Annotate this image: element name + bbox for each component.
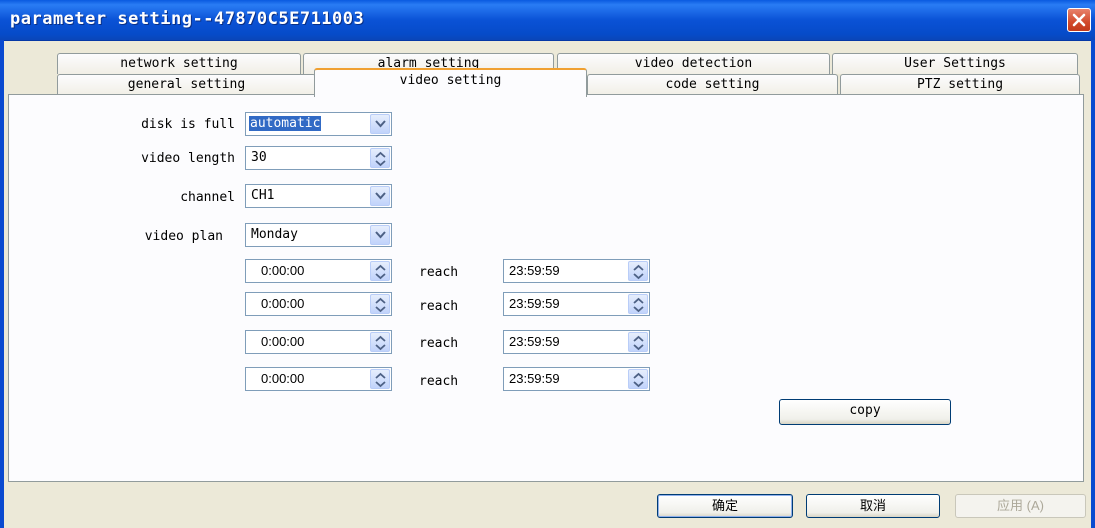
- video-length-value: 30: [251, 150, 267, 165]
- spin-button[interactable]: [370, 148, 390, 168]
- window-title: parameter setting--47870C5E711003: [10, 9, 365, 29]
- spin-button[interactable]: [370, 261, 390, 281]
- spin-arrows-icon: [375, 335, 386, 351]
- chevron-down-icon: [375, 120, 386, 128]
- tab-network-setting[interactable]: network setting: [57, 53, 301, 74]
- spin-arrows-icon: [375, 264, 386, 280]
- end-time-field[interactable]: 23:59:59: [503, 259, 650, 283]
- close-icon: [1072, 13, 1086, 27]
- chevron-down-icon: [375, 231, 386, 239]
- chevron-down-icon: [375, 192, 386, 200]
- tab-label: code setting: [665, 77, 760, 92]
- spin-arrows-icon: [633, 335, 644, 351]
- tab-code-setting[interactable]: code setting: [587, 74, 838, 95]
- start-time-value: 0:00:00: [261, 371, 305, 386]
- cancel-button[interactable]: 取消: [806, 494, 940, 518]
- start-time-value: 0:00:00: [261, 263, 305, 278]
- start-time-field[interactable]: 0:00:00: [245, 292, 392, 316]
- tab-general-setting[interactable]: general setting: [57, 74, 316, 95]
- spin-arrows-icon: [375, 297, 386, 313]
- tab-label: PTZ setting: [916, 77, 1004, 92]
- spin-arrows-icon: [633, 372, 644, 388]
- reach-label: reach: [419, 336, 459, 351]
- dropdown-button[interactable]: [370, 225, 390, 245]
- tab-user-settings[interactable]: User Settings: [832, 53, 1078, 74]
- window-frame-right: [1091, 40, 1095, 528]
- end-time-field[interactable]: 23:59:59: [503, 367, 650, 391]
- end-time-value: 23:59:59: [509, 263, 560, 278]
- start-time-field[interactable]: 0:00:00: [245, 367, 392, 391]
- channel-label: channel: [180, 190, 235, 205]
- window-frame-left: [0, 40, 4, 528]
- end-time-field[interactable]: 23:59:59: [503, 330, 650, 354]
- video-plan-label: video plan: [144, 229, 223, 244]
- video-length-stepper[interactable]: 30: [245, 146, 392, 170]
- tab-label: video detection: [634, 56, 753, 71]
- start-time-field[interactable]: 0:00:00: [245, 330, 392, 354]
- channel-select[interactable]: CH1: [245, 184, 392, 208]
- tab-ptz-setting[interactable]: PTZ setting: [840, 74, 1080, 95]
- dropdown-button[interactable]: [370, 186, 390, 206]
- apply-button[interactable]: 应用 (A): [955, 494, 1086, 518]
- tab-video-setting[interactable]: video setting: [314, 68, 587, 97]
- reach-label: reach: [419, 374, 459, 389]
- spin-arrows-icon: [633, 264, 644, 280]
- title-bar: parameter setting--47870C5E711003: [0, 0, 1095, 41]
- spin-arrows-icon: [375, 372, 386, 388]
- disk-full-label: disk is full: [141, 117, 235, 132]
- close-button[interactable]: [1067, 8, 1091, 32]
- video-plan-value: Monday: [251, 227, 298, 242]
- spin-button[interactable]: [628, 332, 648, 352]
- spin-arrows-icon: [633, 297, 644, 313]
- channel-value: CH1: [251, 188, 275, 203]
- spin-button[interactable]: [628, 369, 648, 389]
- spin-arrows-icon: [375, 151, 386, 167]
- tab-label: video setting: [399, 73, 502, 88]
- tab-label: network setting: [120, 56, 238, 71]
- start-time-field[interactable]: 0:00:00: [245, 259, 392, 283]
- end-time-value: 23:59:59: [509, 334, 560, 349]
- start-time-value: 0:00:00: [261, 296, 305, 311]
- spin-button[interactable]: [628, 294, 648, 314]
- spin-button[interactable]: [628, 261, 648, 281]
- spin-button[interactable]: [370, 294, 390, 314]
- tab-video-detection[interactable]: video detection: [557, 53, 830, 74]
- disk-full-value: automatic: [249, 116, 322, 131]
- video-length-label: video length: [141, 151, 235, 166]
- tab-label: general setting: [127, 77, 246, 92]
- copy-button[interactable]: copy: [779, 399, 951, 425]
- reach-label: reach: [419, 299, 459, 314]
- ok-button[interactable]: 确定: [657, 494, 793, 518]
- end-time-value: 23:59:59: [509, 296, 560, 311]
- start-time-value: 0:00:00: [261, 334, 305, 349]
- spin-button[interactable]: [370, 369, 390, 389]
- reach-label: reach: [419, 265, 459, 280]
- dropdown-button[interactable]: [370, 114, 390, 134]
- disk-full-select[interactable]: automatic: [245, 112, 392, 136]
- spin-button[interactable]: [370, 332, 390, 352]
- tab-label: User Settings: [904, 56, 1006, 71]
- end-time-value: 23:59:59: [509, 371, 560, 386]
- video-plan-select[interactable]: Monday: [245, 223, 392, 247]
- video-setting-panel: disk is full automatic video length 30 c…: [8, 94, 1084, 482]
- end-time-field[interactable]: 23:59:59: [503, 292, 650, 316]
